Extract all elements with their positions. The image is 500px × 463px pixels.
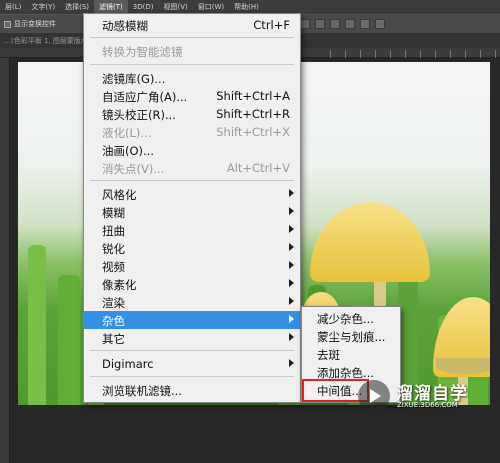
submenu-arrow-icon — [289, 225, 294, 233]
align-tools — [300, 19, 385, 29]
menu-item-label: 浏览联机滤镜... — [102, 384, 182, 398]
menu-item-adaptive-wide-angle[interactable]: 自适应广角(A)... Shift+Ctrl+A — [84, 87, 300, 105]
menu-separator — [90, 180, 294, 181]
submenu-item-label: 蒙尘与划痕... — [317, 330, 386, 344]
menu-filter[interactable]: 滤镜(T) — [94, 0, 128, 14]
menu-item-pixelate[interactable]: 像素化 — [84, 275, 300, 293]
menu-window[interactable]: 窗口(W) — [193, 0, 229, 14]
watermark: 溜溜自学 ZIXUE.3D66.COM — [358, 376, 476, 420]
menu-layer[interactable]: 层(L) — [0, 0, 26, 14]
submenu-item-dust-and-scratches[interactable]: 蒙尘与划痕... — [302, 327, 400, 345]
menu-item-browse-online-filters[interactable]: 浏览联机滤镜... — [84, 381, 300, 399]
menu-separator — [90, 350, 294, 351]
show-transform-checkbox[interactable] — [4, 20, 11, 28]
menu-item-label: 镜头校正(R)... — [102, 108, 176, 122]
submenu-item-label: 减少杂色... — [317, 312, 374, 326]
vertical-ruler — [0, 58, 10, 463]
submenu-item-label: 去斑 — [317, 348, 340, 362]
menu-separator — [90, 376, 294, 377]
play-logo-icon — [358, 380, 390, 412]
menu-bar: 层(L) 文字(Y) 选择(S) 滤镜(T) 3D(D) 视图(V) 窗口(W)… — [0, 0, 500, 14]
submenu-arrow-icon — [289, 189, 294, 197]
submenu-arrow-icon — [289, 261, 294, 269]
submenu-arrow-icon — [289, 359, 294, 367]
menu-item-digimarc[interactable]: Digimarc — [84, 355, 300, 373]
menu-help[interactable]: 帮助(H) — [229, 0, 264, 14]
menu-item-label: 锐化 — [102, 242, 125, 256]
menu-item-vanishing-point[interactable]: 消失点(V)... Alt+Ctrl+V — [84, 159, 300, 177]
align-middle-icon[interactable] — [360, 19, 370, 29]
menu-item-label: 其它 — [102, 332, 125, 346]
menu-item-label: 转换为智能滤镜 — [102, 45, 183, 59]
align-top-icon[interactable] — [345, 19, 355, 29]
submenu-arrow-icon — [289, 207, 294, 215]
menu-item-label: 像素化 — [102, 278, 137, 292]
menu-item-label: 模糊 — [102, 206, 125, 220]
menu-item-label: 视频 — [102, 260, 125, 274]
menu-type[interactable]: 文字(Y) — [26, 0, 60, 14]
menu-separator — [90, 64, 294, 65]
align-left-icon[interactable] — [300, 19, 310, 29]
menu-item-label: 风格化 — [102, 188, 137, 202]
submenu-item-reduce-noise[interactable]: 减少杂色... — [302, 309, 400, 327]
menu-3d[interactable]: 3D(D) — [128, 0, 159, 14]
align-right-icon[interactable] — [330, 19, 340, 29]
submenu-arrow-icon — [289, 315, 294, 323]
menu-item-lens-correction[interactable]: 镜头校正(R)... Shift+Ctrl+R — [84, 105, 300, 123]
menu-item-label: 动感模糊 — [102, 19, 148, 33]
menu-item-convert-smart-filter[interactable]: 转换为智能滤镜 — [84, 42, 300, 60]
menu-item-label: 消失点(V)... — [102, 162, 165, 176]
submenu-arrow-icon — [289, 243, 294, 251]
watermark-url: ZIXUE.3D66.COM — [397, 401, 458, 409]
menu-item-filter-gallery[interactable]: 滤镜库(G)... — [84, 69, 300, 87]
submenu-item-despeckle[interactable]: 去斑 — [302, 345, 400, 363]
menu-item-stylize[interactable]: 风格化 — [84, 185, 300, 203]
menu-item-shortcut: Ctrl+F — [253, 18, 290, 32]
menu-item-render[interactable]: 渲染 — [84, 293, 300, 311]
menu-item-label: 滤镜库(G)... — [102, 72, 166, 86]
submenu-arrow-icon — [289, 333, 294, 341]
menu-item-sharpen[interactable]: 锐化 — [84, 239, 300, 257]
menu-item-shortcut: Shift+Ctrl+A — [216, 89, 290, 103]
menu-select[interactable]: 选择(S) — [60, 0, 94, 14]
menu-item-label: 杂色 — [102, 314, 125, 328]
align-bottom-icon[interactable] — [375, 19, 385, 29]
menu-item-distort[interactable]: 扭曲 — [84, 221, 300, 239]
menu-view[interactable]: 视图(V) — [158, 0, 192, 14]
menu-item-shortcut: Alt+Ctrl+V — [226, 161, 290, 175]
menu-item-liquify[interactable]: 液化(L)... Shift+Ctrl+X — [84, 123, 300, 141]
filter-menu: 动感模糊 Ctrl+F 转换为智能滤镜 滤镜库(G)... 自适应广角(A)..… — [83, 13, 301, 403]
menu-item-shortcut: Shift+Ctrl+X — [216, 125, 290, 139]
align-center-icon[interactable] — [315, 19, 325, 29]
menu-item-video[interactable]: 视频 — [84, 257, 300, 275]
menu-item-label: 油画(O)... — [102, 144, 154, 158]
menu-item-label: 扭曲 — [102, 224, 125, 238]
menu-separator — [90, 37, 294, 38]
submenu-arrow-icon — [289, 297, 294, 305]
menu-item-label: 液化(L)... — [102, 126, 152, 140]
menu-item-blur[interactable]: 模糊 — [84, 203, 300, 221]
menu-item-other[interactable]: 其它 — [84, 329, 300, 347]
show-transform-label: 显示变换控件 — [14, 20, 56, 28]
menu-item-motion-blur[interactable]: 动感模糊 Ctrl+F — [84, 16, 300, 34]
menu-item-label: 渲染 — [102, 296, 125, 310]
menu-item-oil-paint[interactable]: 油画(O)... — [84, 141, 300, 159]
document-title: …(色彩平衡 1, 图层蒙版/8) — [4, 37, 91, 45]
menu-item-label: 自适应广角(A)... — [102, 90, 188, 104]
menu-item-label: Digimarc — [102, 357, 154, 371]
menu-item-shortcut: Shift+Ctrl+R — [216, 107, 290, 121]
menu-item-noise[interactable]: 杂色 — [84, 311, 300, 329]
submenu-arrow-icon — [289, 279, 294, 287]
